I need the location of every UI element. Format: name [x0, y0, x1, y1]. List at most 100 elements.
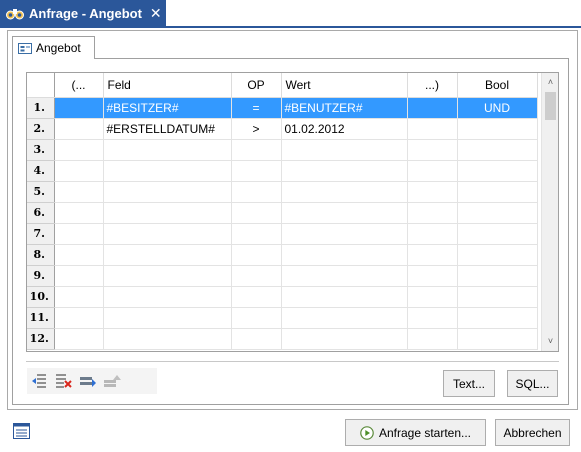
cell-open-paren[interactable] [54, 307, 104, 329]
tab-angebot[interactable]: Angebot [12, 36, 95, 59]
cell-op[interactable] [231, 223, 282, 245]
cell-open-paren[interactable] [54, 328, 104, 350]
cell-wert[interactable] [281, 139, 408, 161]
cell-wert[interactable] [281, 202, 408, 224]
cell-open-paren[interactable] [54, 265, 104, 287]
cell-op[interactable] [231, 202, 282, 224]
column-header-open-paren[interactable]: (... [54, 73, 104, 98]
cell-close-paren[interactable] [407, 286, 458, 308]
cell-wert[interactable] [281, 307, 408, 329]
row-number[interactable]: 4. [27, 160, 55, 182]
cancel-button[interactable]: Abbrechen [495, 419, 570, 446]
delete-row-icon[interactable] [55, 372, 73, 390]
cell-op[interactable] [231, 286, 282, 308]
cell-bool[interactable] [457, 139, 538, 161]
cell-bool[interactable] [457, 307, 538, 329]
cell-feld[interactable] [103, 223, 232, 245]
table-row[interactable]: 3. [27, 139, 538, 161]
row-number[interactable]: 3. [27, 139, 55, 161]
cell-bool[interactable] [457, 181, 538, 203]
cell-feld[interactable]: #ERSTELLDATUM# [103, 118, 232, 140]
cell-open-paren[interactable] [54, 97, 104, 119]
column-header-wert[interactable]: Wert [281, 73, 408, 98]
table-row[interactable]: 1. #BESITZER# = #BENUTZER# UND [27, 97, 538, 119]
cell-wert[interactable] [281, 286, 408, 308]
move-up-icon[interactable] [103, 372, 121, 390]
document-tab[interactable]: Anfrage - Angebot ✕ [0, 0, 166, 26]
cell-bool[interactable] [457, 244, 538, 266]
row-number[interactable]: 11. [27, 307, 55, 329]
cell-bool[interactable] [457, 118, 538, 140]
cell-close-paren[interactable] [407, 97, 458, 119]
cell-op[interactable] [231, 160, 282, 182]
cell-feld[interactable] [103, 265, 232, 287]
row-number[interactable]: 9. [27, 265, 55, 287]
table-row[interactable]: 8. [27, 244, 538, 266]
cell-feld[interactable] [103, 139, 232, 161]
start-query-button[interactable]: Anfrage starten... [345, 419, 486, 446]
cell-open-paren[interactable] [54, 160, 104, 182]
cell-open-paren[interactable] [54, 202, 104, 224]
cell-wert[interactable] [281, 223, 408, 245]
cell-close-paren[interactable] [407, 265, 458, 287]
cell-close-paren[interactable] [407, 181, 458, 203]
table-row[interactable]: 12. [27, 328, 538, 350]
row-number[interactable]: 5. [27, 181, 55, 203]
cell-feld[interactable] [103, 160, 232, 182]
list-view-icon[interactable] [13, 423, 30, 439]
cell-wert[interactable] [281, 181, 408, 203]
cell-op[interactable] [231, 181, 282, 203]
column-header-close-paren[interactable]: ...) [407, 73, 458, 98]
column-header-feld[interactable]: Feld [103, 73, 232, 98]
cell-bool[interactable] [457, 286, 538, 308]
table-row[interactable]: 2. #ERSTELLDATUM# >01.02.2012 [27, 118, 538, 140]
cell-bool[interactable] [457, 223, 538, 245]
table-row[interactable]: 9. [27, 265, 538, 287]
cell-close-paren[interactable] [407, 244, 458, 266]
cell-open-paren[interactable] [54, 181, 104, 203]
column-header-op[interactable]: OP [231, 73, 282, 98]
row-number[interactable]: 12. [27, 328, 55, 350]
text-button[interactable]: Text... [443, 370, 495, 397]
cell-op[interactable] [231, 244, 282, 266]
cell-open-paren[interactable] [54, 118, 104, 140]
cell-open-paren[interactable] [54, 286, 104, 308]
cell-feld[interactable] [103, 202, 232, 224]
query-grid[interactable]: (... Feld OP Wert ...) Bool 1. #BESITZER#… [26, 72, 559, 352]
cell-op[interactable] [231, 307, 282, 329]
table-row[interactable]: 6. [27, 202, 538, 224]
row-number[interactable]: 2. [27, 118, 55, 140]
cell-close-paren[interactable] [407, 139, 458, 161]
cell-wert[interactable]: 01.02.2012 [281, 118, 408, 140]
cell-bool[interactable] [457, 202, 538, 224]
cell-feld[interactable] [103, 328, 232, 350]
cell-feld[interactable] [103, 244, 232, 266]
cell-wert[interactable]: #BENUTZER# [281, 97, 408, 119]
cell-close-paren[interactable] [407, 202, 458, 224]
cell-op[interactable] [231, 265, 282, 287]
move-down-icon[interactable] [79, 372, 97, 390]
cell-bool[interactable] [457, 160, 538, 182]
cell-bool[interactable] [457, 265, 538, 287]
cell-bool[interactable]: UND [457, 97, 538, 119]
table-row[interactable]: 11. [27, 307, 538, 329]
table-row[interactable]: 5. [27, 181, 538, 203]
row-number[interactable]: 7. [27, 223, 55, 245]
row-number[interactable]: 8. [27, 244, 55, 266]
cell-feld[interactable] [103, 307, 232, 329]
sql-button[interactable]: SQL... [507, 370, 558, 397]
cell-wert[interactable] [281, 244, 408, 266]
cell-open-paren[interactable] [54, 139, 104, 161]
column-header-bool[interactable]: Bool [457, 73, 538, 98]
row-number[interactable]: 10. [27, 286, 55, 308]
cell-feld[interactable] [103, 181, 232, 203]
close-icon[interactable]: ✕ [150, 5, 162, 22]
cell-open-paren[interactable] [54, 244, 104, 266]
cell-feld[interactable]: #BESITZER# [103, 97, 232, 119]
cell-wert[interactable] [281, 328, 408, 350]
cell-op[interactable]: > [231, 118, 282, 140]
vertical-scrollbar[interactable]: ˄ ˅ [541, 73, 558, 351]
scroll-up-icon[interactable]: ˄ [542, 74, 558, 91]
cell-op[interactable] [231, 139, 282, 161]
cell-feld[interactable] [103, 286, 232, 308]
